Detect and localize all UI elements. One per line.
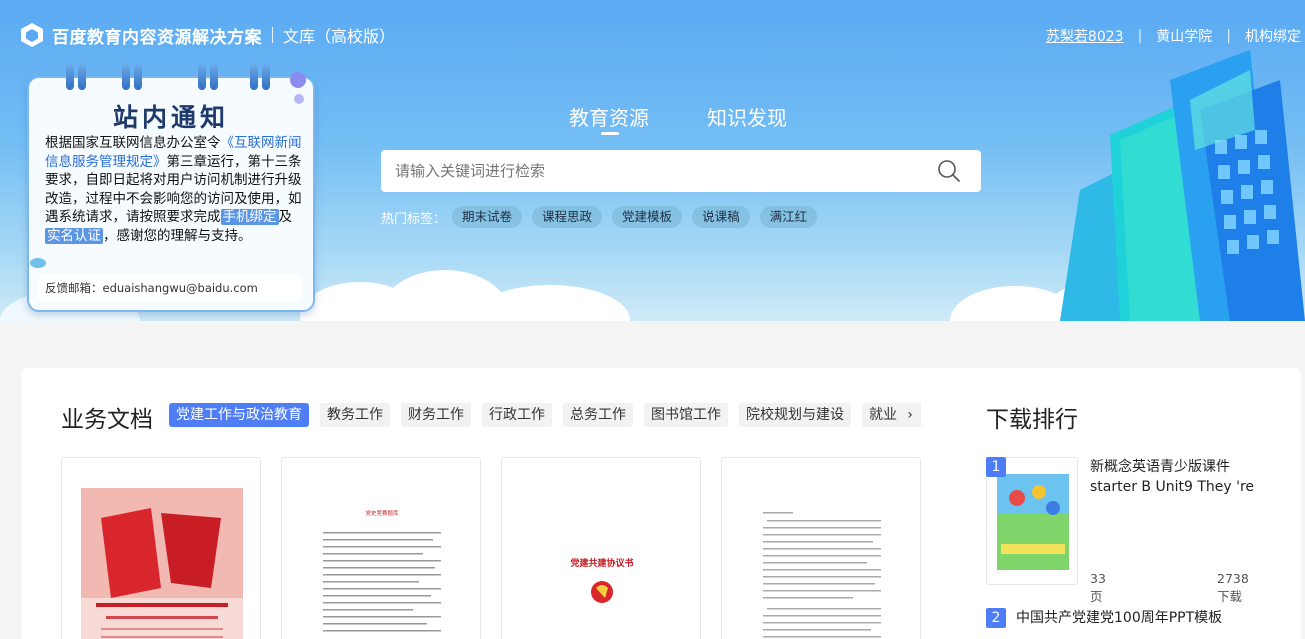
cover-image [987, 458, 1077, 584]
doc-thumb-title: 党史竞赛题库 [365, 509, 399, 517]
tab-library[interactable]: 图书馆工作 [644, 403, 728, 427]
business-docs-title: 业务文档 [61, 407, 153, 433]
doc-thumbnail: 党史竞赛题库 [301, 488, 463, 639]
brand-divider [272, 27, 273, 43]
hot-tag[interactable]: 课程思政 [532, 206, 603, 228]
doc-card[interactable]: 党史竞赛题库 [281, 457, 481, 639]
tab-party-building[interactable]: 党建工作与政治教育 [169, 403, 309, 427]
real-name-auth-link[interactable]: 实名认证 [45, 227, 103, 244]
tab-finance[interactable]: 财务工作 [401, 403, 471, 427]
category-tabs: 党建工作与政治教育 教务工作 财务工作 行政工作 总务工作 图书馆工作 院校规划… [169, 403, 921, 427]
feedback-email: 反馈邮箱：eduaishangwu@baidu.com [37, 274, 303, 302]
notice-binder-rings [36, 64, 286, 98]
tab-academic-affairs[interactable]: 教务工作 [320, 403, 390, 427]
hot-tag[interactable]: 期末试卷 [452, 206, 523, 228]
notice-text: 根据国家互联网信息办公室令 [45, 135, 221, 151]
download-ranking-title: 下载排行 [986, 407, 1078, 433]
doc-card[interactable] [61, 457, 261, 639]
user-links: 苏梨若8023 | 黄山学院 | 机构绑定 [1046, 26, 1301, 46]
rank-number: 2 [986, 608, 1006, 628]
ranking-doc-title[interactable]: 中国共产党建党100周年PPT模板 [1016, 608, 1266, 628]
tab-employment[interactable]: 就业 [862, 403, 904, 427]
doc-thumbnail [81, 488, 243, 639]
tab-education-resources[interactable]: 教育资源 [569, 102, 649, 135]
notice-text: ，感谢您的理解与支持。 [103, 227, 252, 244]
tab-knowledge-discovery[interactable]: 知识发现 [707, 102, 787, 131]
search-icon[interactable] [937, 159, 961, 183]
search-box [381, 150, 981, 192]
decor-dot [30, 258, 46, 268]
rank-number: 1 [986, 457, 1006, 477]
site-notice-card: 站内通知 根据国家互联网信息办公室令《互联网新闻信息服务管理规定》第三章运行，第… [27, 76, 315, 312]
hot-tag[interactable]: 满江红 [759, 206, 818, 228]
decor-dot [294, 94, 304, 104]
notice-title: 站内通知 [112, 103, 229, 132]
product-name: 文库（高校版） [283, 27, 396, 46]
hot-tags: 热门标签： 期末试卷 课程思政 党建模板 说课稿 满江红 [381, 206, 827, 228]
decor-dot [290, 72, 306, 88]
notice-body: 根据国家互联网信息办公室令《互联网新闻信息服务管理规定》第三章运行，第十三条要求… [45, 134, 303, 245]
doc-list: 党史竞赛题库 党建共建协议书 [61, 457, 941, 639]
ranking-doc-title[interactable]: 新概念英语青少版课件 starter B Unit9 They 're [1090, 457, 1270, 497]
user-name-link[interactable]: 苏梨若8023 [1046, 26, 1124, 46]
link-separator: | [1137, 28, 1143, 44]
hero-banner: 百度教育内容资源解决方案 文库（高校版） 苏梨若8023 | 黄山学院 | 机构… [0, 0, 1305, 321]
doc-thumb-title: 党建共建协议书 [570, 557, 633, 569]
search-input[interactable] [381, 150, 921, 192]
tab-administration[interactable]: 行政工作 [482, 403, 552, 427]
content-panel: 业务文档 党建工作与政治教育 教务工作 财务工作 行政工作 总务工作 图书馆工作… [21, 368, 1301, 639]
ranking-page-count: 33页 [1090, 571, 1106, 604]
doc-card[interactable] [721, 457, 921, 639]
hot-tag[interactable]: 说课稿 [692, 206, 750, 228]
brand-title: 百度教育内容资源解决方案 [52, 27, 262, 48]
doc-thumbnail: 党建共建协议书 [521, 488, 683, 639]
brand-logo[interactable]: 百度教育内容资源解决方案 文库（高校版） [20, 22, 395, 48]
doc-card[interactable]: 党建共建协议书 [501, 457, 701, 639]
tabs-next-button[interactable]: › [899, 403, 921, 427]
notice-text: 及 [278, 209, 293, 225]
main-nav: 教育资源 知识发现 [569, 102, 845, 135]
ranking-download-count: 2738下载 [1217, 571, 1249, 604]
phone-bind-link[interactable]: 手机绑定 [220, 209, 279, 225]
doc-thumbnail [741, 488, 903, 639]
tab-general-affairs[interactable]: 总务工作 [563, 403, 633, 427]
building-illustration [1060, 50, 1305, 321]
institution-bind-link[interactable]: 机构绑定 [1245, 26, 1301, 46]
hot-tags-label: 热门标签： [381, 211, 447, 227]
hot-tag[interactable]: 党建模板 [612, 206, 683, 228]
hexagon-logo-icon [21, 23, 43, 47]
tab-campus-planning[interactable]: 院校规划与建设 [739, 403, 851, 427]
school-link[interactable]: 黄山学院 [1156, 26, 1212, 46]
top-bar: 百度教育内容资源解决方案 文库（高校版） 苏梨若8023 | 黄山学院 | 机构… [0, 0, 1305, 70]
link-separator: | [1226, 28, 1231, 44]
